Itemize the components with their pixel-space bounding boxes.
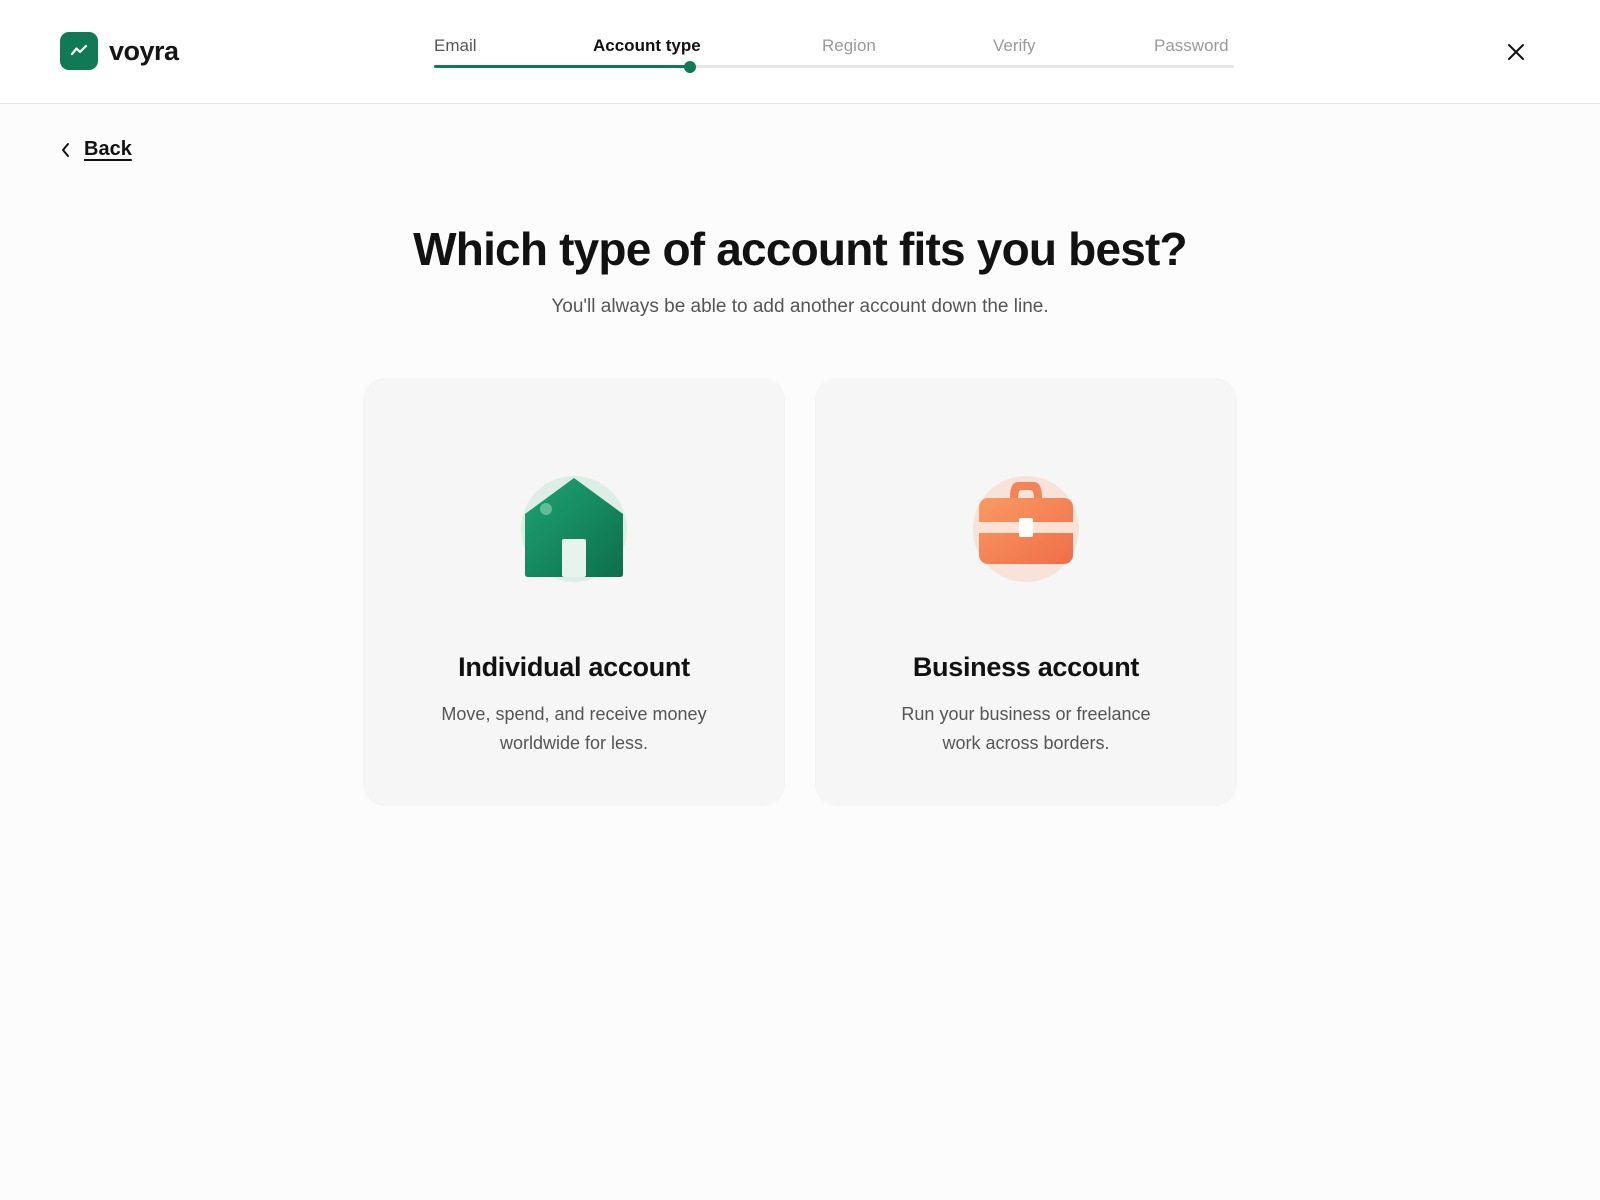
- card-description: Move, spend, and receive money worldwide…: [413, 700, 735, 758]
- page-subtitle: You'll always be able to add another acc…: [551, 296, 1049, 317]
- card-title: Business account: [912, 652, 1140, 682]
- back-label: Back: [84, 138, 132, 160]
- chevron-left-icon: [62, 142, 69, 157]
- progress-fill: [434, 65, 690, 68]
- progress-indicator-dot: [684, 60, 696, 73]
- step-password: Password: [1154, 36, 1229, 55]
- card-description-line: Move, spend, and receive money: [441, 704, 707, 724]
- page-title: Which type of account fits you best?: [413, 223, 1187, 275]
- card-description-line: Run your business or freelance: [901, 704, 1151, 724]
- brand-logo[interactable]: voyra: [60, 32, 179, 70]
- progress-stepper: Email Account type Region Verify Passwor…: [434, 32, 1234, 76]
- house-icon: [521, 476, 627, 582]
- card-description-line: work across borders.: [942, 733, 1110, 753]
- trend-up-icon: [60, 32, 98, 70]
- step-email[interactable]: Email: [434, 36, 477, 56]
- back-button[interactable]: Back: [60, 138, 132, 161]
- card-description-line: worldwide for less.: [499, 733, 649, 753]
- close-icon: [1508, 44, 1524, 60]
- progress-track: [434, 60, 1234, 73]
- step-region: Region: [822, 36, 876, 55]
- step-verify: Verify: [993, 36, 1036, 55]
- individual-account-card[interactable]: Individual account Move, spend, and rece…: [363, 378, 785, 806]
- step-account-type[interactable]: Account type: [593, 36, 701, 56]
- briefcase-icon: [973, 476, 1079, 582]
- close-button[interactable]: [1500, 36, 1532, 68]
- card-title: Individual account: [458, 652, 690, 682]
- top-header: voyra Email Account type Region Verify P…: [0, 0, 1600, 104]
- card-description: Run your business or freelance work acro…: [865, 700, 1187, 758]
- business-account-card[interactable]: Business account Run your business or fr…: [815, 378, 1237, 806]
- brand-name: voyra: [109, 35, 179, 66]
